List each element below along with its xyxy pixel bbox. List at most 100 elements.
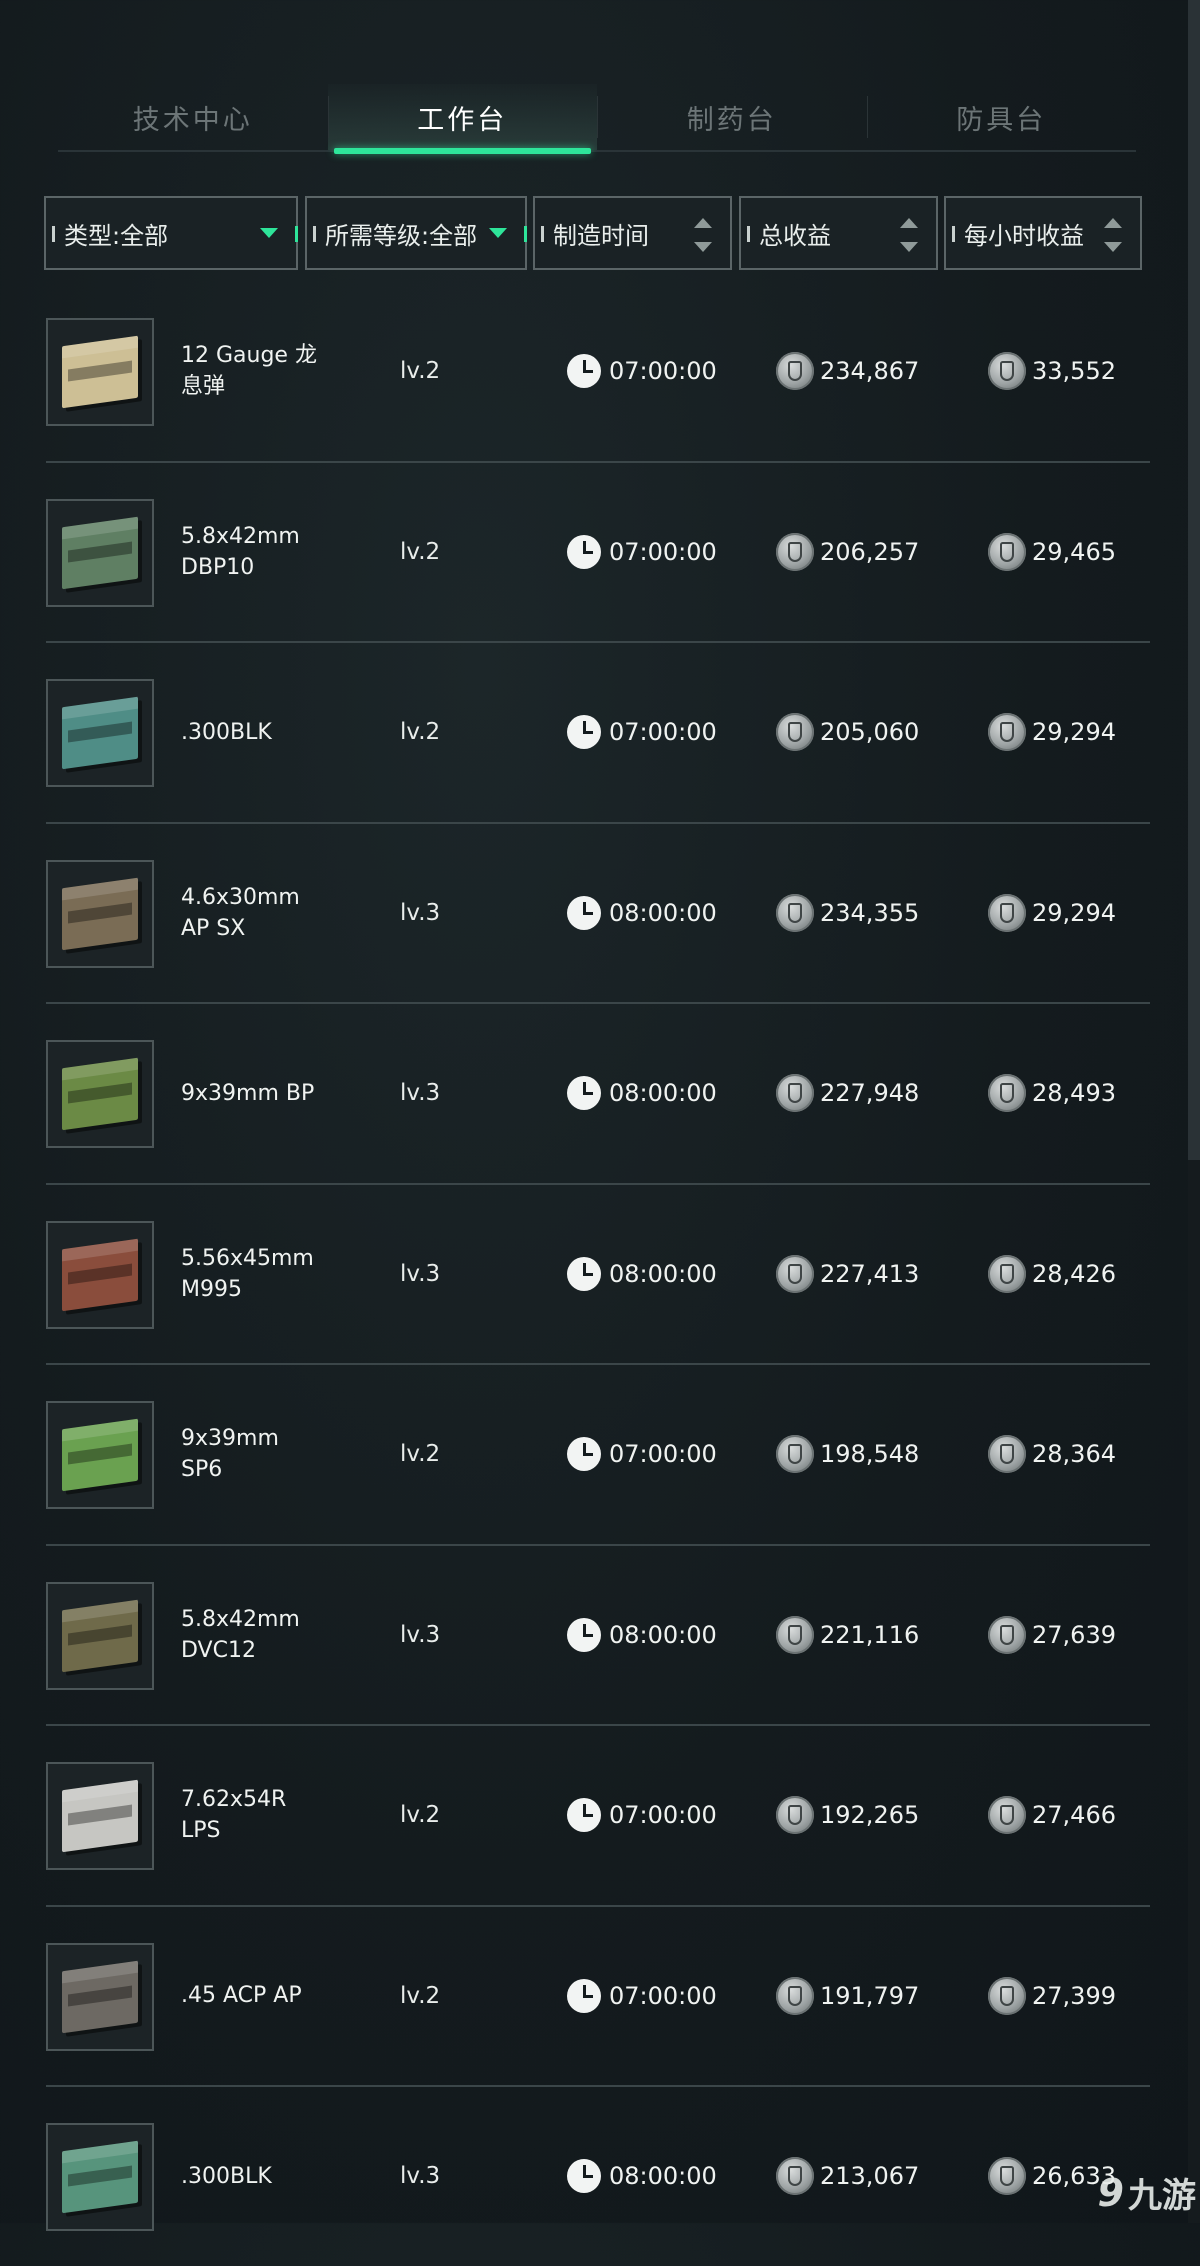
item-name: 9x39mm SP6 [181,1426,279,1482]
craft-time: 08:00:00 [567,2087,717,2265]
craft-time: 08:00:00 [567,1185,717,1363]
total-profit: 221,116 [776,1546,919,1724]
total-profit: 234,867 [776,282,919,460]
ammo-box-icon [62,1238,138,1311]
total-profit-value: 234,867 [820,357,920,385]
total-profit-value: 227,413 [820,1259,920,1288]
total-profit: 213,067 [776,2087,919,2265]
list-item[interactable]: 4.6x30mm AP SX lv.3 08:00:00 234,355 29,… [46,824,1150,1004]
craft-time-value: 07:00:00 [609,357,717,385]
list-item[interactable]: 5.56x45mm M995 lv.3 08:00:00 227,413 28,… [46,1185,1150,1365]
sort-icon [900,218,918,252]
hourly-profit: 28,364 [988,1365,1116,1543]
coin-icon [776,1615,814,1654]
craft-time-value: 08:00:00 [609,2162,717,2190]
tab-label: 技术中心 [132,104,253,136]
coin-icon [776,532,814,571]
filter-bar: 类型:全部 所需等级:全部 制造时间 总收益 每小时收益 [44,196,1142,274]
chevron-down-icon [260,228,278,238]
total-profit-value: 227,948 [820,1079,920,1107]
total-profit: 206,257 [776,463,919,641]
ammo-box-icon [62,335,138,409]
required-level: lv.2 [400,719,441,745]
required-level: lv.3 [400,899,441,926]
total-profit: 234,355 [776,824,919,1002]
craft-time-value: 08:00:00 [609,1620,717,1649]
ammo-box-icon [62,1779,138,1853]
coin-icon [776,2157,814,2195]
coin-icon [776,1435,814,1473]
total-profit-value: 192,265 [820,1801,920,1829]
list-item[interactable]: 5.8x42mm DBP10 lv.2 07:00:00 206,257 29,… [46,463,1150,643]
coin-icon [776,1074,814,1112]
coin-icon [988,713,1026,751]
sort-total-button[interactable]: 总收益 [739,196,938,270]
ammo-box-icon [62,1057,138,1131]
type-filter-dropdown[interactable]: 类型:全部 [44,196,298,270]
total-profit-value: 221,116 [820,1620,920,1649]
hourly-profit-value: 29,294 [1032,898,1116,927]
craft-time: 07:00:00 [567,463,717,641]
coin-icon [988,1254,1026,1293]
clock-icon [567,1256,601,1291]
sort-total-label: 总收益 [759,221,831,250]
tab-bar: 技术中心 工作台 制药台 防具台 [58,84,1137,154]
clock-icon [567,1076,601,1110]
item-name: .45 ACP AP [181,1983,302,2008]
watermark-logo-icon: 9 [1097,2170,1124,2215]
item-thumbnail [46,1762,154,1870]
tab-workbench[interactable]: 工作台 [327,84,597,154]
craft-time-value: 08:00:00 [609,1079,717,1107]
required-level: lv.2 [400,538,441,565]
scrollbar-thumb[interactable] [1188,0,1200,1160]
total-profit-value: 191,797 [820,1981,920,2010]
level-filter-dropdown[interactable]: 所需等级:全部 [305,196,527,270]
list-item[interactable]: 12 Gauge 龙息弹 lv.2 07:00:00 234,867 33,55… [46,282,1150,463]
tab-pharmacy[interactable]: 制药台 [597,84,867,150]
clock-icon [567,1978,601,2013]
coin-icon [776,1976,814,2015]
craft-time: 08:00:00 [567,1004,717,1182]
tab-tech-center[interactable]: 技术中心 [58,84,328,150]
hourly-profit-value: 28,493 [1032,1079,1116,1107]
sort-time-button[interactable]: 制造时间 [533,196,732,270]
hourly-profit-value: 27,639 [1032,1620,1116,1649]
sort-hourly-button[interactable]: 每小时收益 [944,196,1142,270]
total-profit: 205,060 [776,643,919,821]
ammo-box-icon [62,1599,138,1672]
watermark-text: 九游 [1128,2176,1196,2216]
total-profit-value: 213,067 [820,2162,920,2190]
tab-label: 工作台 [417,104,508,136]
list-item[interactable]: 9x39mm BP lv.3 08:00:00 227,948 28,493 [46,1004,1150,1185]
item-thumbnail [46,1220,154,1329]
craft-time-value: 08:00:00 [609,898,717,927]
craft-time: 07:00:00 [567,1726,717,1904]
scrollbar-track[interactable] [1188,1160,1200,2223]
list-item[interactable]: .300BLK lv.3 08:00:00 213,067 26,633 [46,2087,1150,2266]
level-filter-label: 所需等级:全部 [325,221,478,250]
clock-icon [567,895,601,930]
craft-time-value: 07:00:00 [609,718,717,746]
item-thumbnail [46,318,154,426]
coin-icon [988,1796,1026,1834]
list-item[interactable]: .45 ACP AP lv.2 07:00:00 191,797 27,399 [46,1907,1150,2087]
total-profit-value: 205,060 [820,718,920,746]
required-level: lv.3 [400,1260,441,1287]
sort-time-label: 制造时间 [553,221,649,250]
list-item[interactable]: 7.62x54R LPS lv.2 07:00:00 192,265 27,46… [46,1726,1150,1907]
item-name: 12 Gauge 龙息弹 [181,343,317,399]
item-name: 9x39mm BP [181,1080,315,1106]
ammo-box-icon [62,516,138,589]
list-item[interactable]: 5.8x42mm DVC12 lv.3 08:00:00 221,116 27,… [46,1546,1150,1726]
total-profit-value: 198,548 [820,1440,920,1468]
list-item[interactable]: 9x39mm SP6 lv.2 07:00:00 198,548 28,364 [46,1365,1150,1546]
item-name: .300BLK [181,719,272,745]
craft-list: 12 Gauge 龙息弹 lv.2 07:00:00 234,867 33,55… [46,282,1150,2266]
clock-icon [567,534,601,569]
craft-time: 07:00:00 [567,282,717,460]
ammo-box-icon [62,2140,138,2214]
tab-armor-bench[interactable]: 防具台 [866,84,1137,150]
clock-icon [567,715,601,749]
total-profit: 227,413 [776,1185,919,1363]
list-item[interactable]: .300BLK lv.2 07:00:00 205,060 29,294 [46,643,1150,824]
